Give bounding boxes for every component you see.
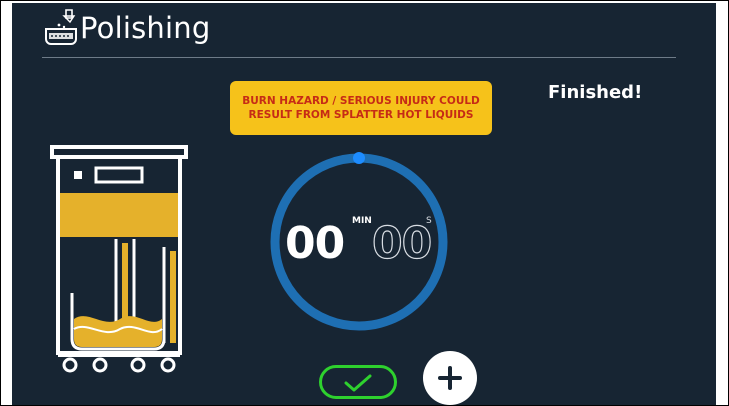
fryer-polish-icon [45,9,77,45]
title-divider [42,57,676,58]
burn-hazard-warning: BURN HAZARD / SERIOUS INJURY COULD RESUL… [230,81,492,135]
add-button[interactable] [423,351,477,405]
timer-minutes-unit: MIN [352,216,372,226]
status-text: Finished! [548,82,643,103]
timer-progress-marker [353,152,365,164]
timer-minutes: 00 [285,218,345,269]
frame: Polishing BURN HAZARD / SERIOUS INJURY C… [0,0,729,406]
checkmark-icon [344,374,372,392]
fryer-vat-illustration [50,145,188,373]
plus-icon [438,366,462,390]
confirm-button[interactable] [319,365,397,399]
fryer-screen: Polishing BURN HAZARD / SERIOUS INJURY C… [12,3,716,405]
timer-seconds-unit: S [426,216,432,226]
timer-seconds: 00 [371,217,432,269]
page-title: Polishing [80,11,211,45]
